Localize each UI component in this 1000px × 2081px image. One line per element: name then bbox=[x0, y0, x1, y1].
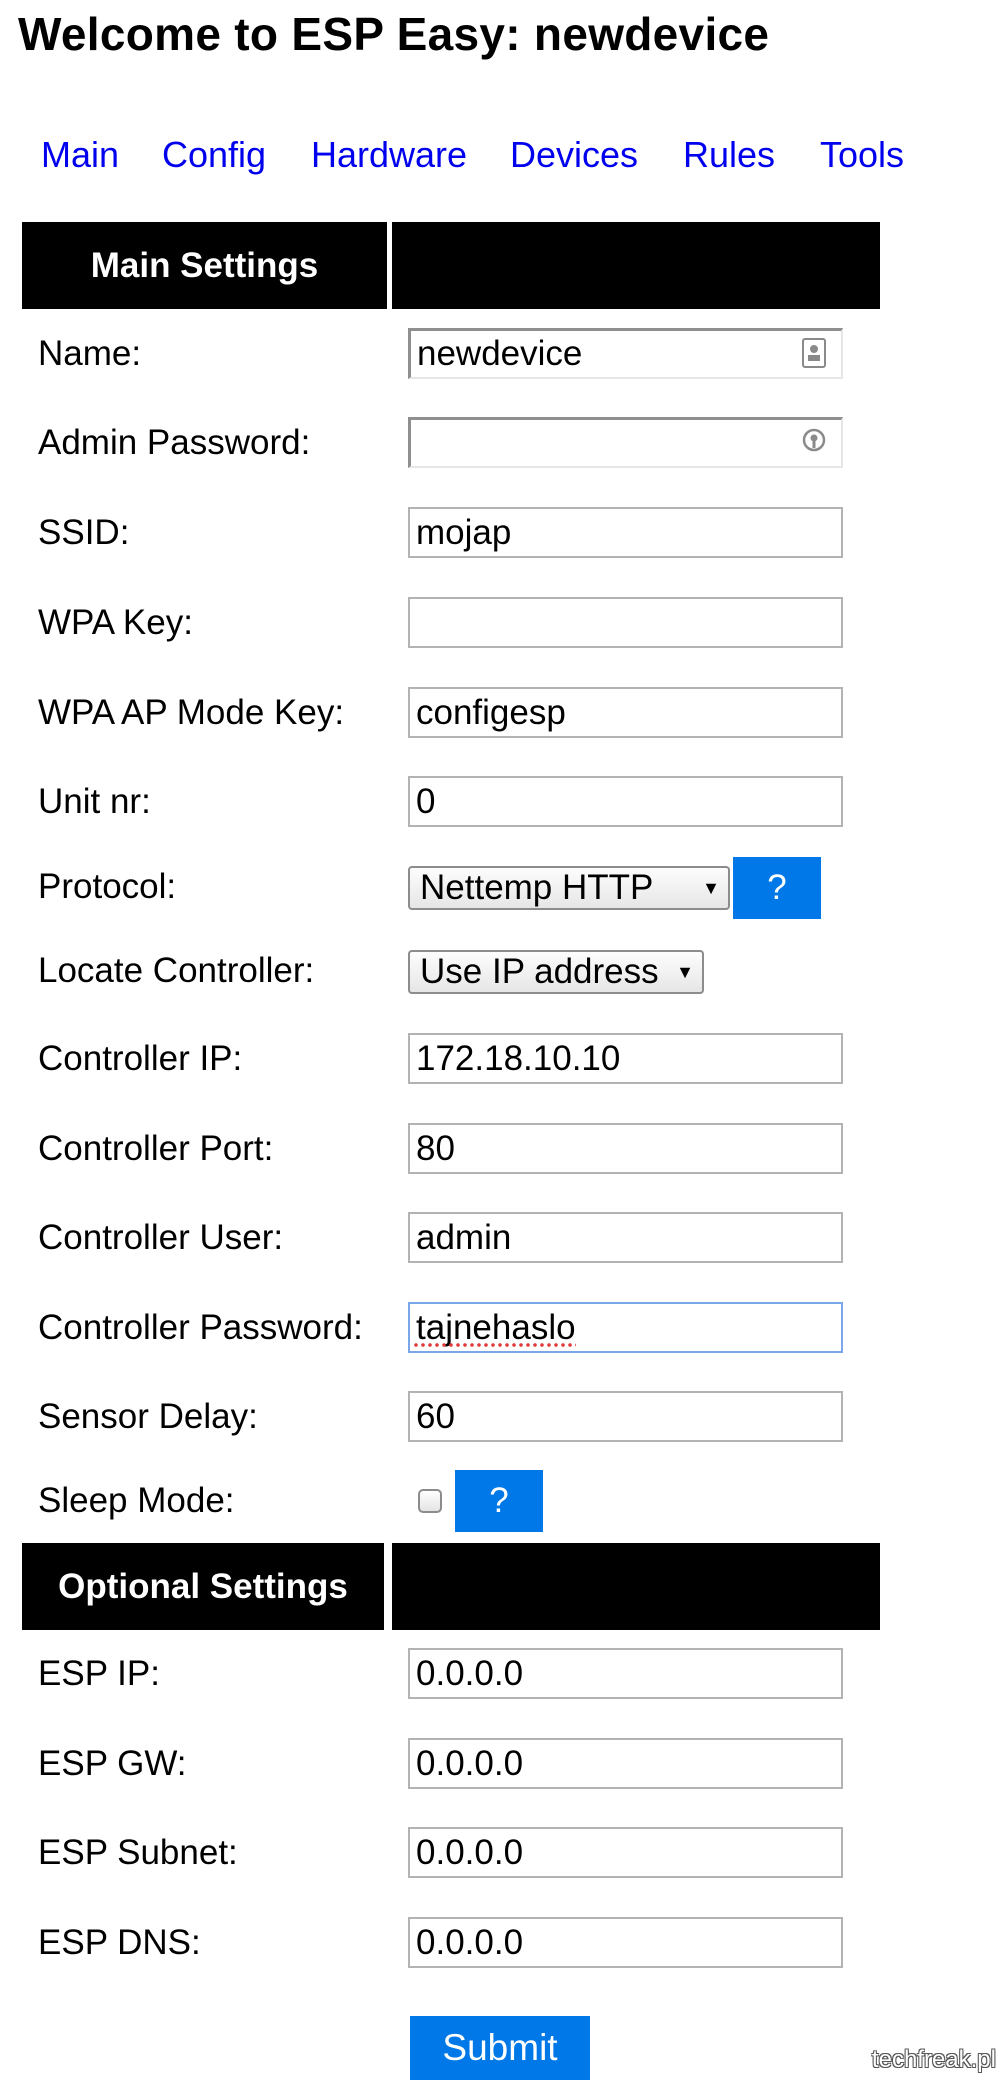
sleep-mode-label: Sleep Mode: bbox=[38, 1481, 235, 1520]
chevron-down-icon: ▼ bbox=[702, 878, 720, 898]
optional-settings-title: Optional Settings bbox=[22, 1543, 384, 1630]
controller-ip-label: Controller IP: bbox=[38, 1039, 243, 1078]
nav-link-config[interactable]: Config bbox=[162, 130, 266, 180]
watermark-text: techfreak.pl bbox=[871, 2046, 996, 2073]
contact-card-icon[interactable] bbox=[800, 336, 828, 370]
spellcheck-underline bbox=[413, 1342, 576, 1348]
sensor-delay-input[interactable] bbox=[408, 1391, 843, 1442]
wpa-ap-mode-key-input[interactable] bbox=[408, 687, 843, 738]
esp-ip-input[interactable] bbox=[408, 1648, 843, 1699]
page-title: Welcome to ESP Easy: newdevice bbox=[18, 8, 770, 60]
controller-user-label: Controller User: bbox=[38, 1218, 284, 1257]
admin-password-label: Admin Password: bbox=[38, 423, 311, 462]
admin-password-input[interactable] bbox=[408, 417, 843, 468]
password-key-icon[interactable] bbox=[800, 425, 828, 459]
nav-link-devices[interactable]: Devices bbox=[510, 130, 638, 180]
nav-link-main[interactable]: Main bbox=[41, 130, 119, 180]
wpa-key-label: WPA Key: bbox=[38, 603, 193, 642]
sleep-mode-help-button[interactable]: ? bbox=[455, 1470, 543, 1532]
protocol-select[interactable]: Nettemp HTTP ▼ bbox=[408, 866, 730, 910]
controller-user-input[interactable] bbox=[408, 1212, 843, 1263]
ssid-input[interactable] bbox=[408, 507, 843, 558]
esp-subnet-input[interactable] bbox=[408, 1827, 843, 1878]
wpa-key-input[interactable] bbox=[408, 597, 843, 648]
controller-port-label: Controller Port: bbox=[38, 1129, 274, 1168]
name-label: Name: bbox=[38, 334, 142, 373]
optional-settings-header-blank bbox=[392, 1543, 880, 1630]
ssid-label: SSID: bbox=[38, 513, 130, 552]
protocol-selected-value: Nettemp HTTP bbox=[420, 868, 654, 907]
name-input[interactable] bbox=[408, 328, 843, 379]
protocol-help-button[interactable]: ? bbox=[733, 857, 821, 919]
esp-dns-label: ESP DNS: bbox=[38, 1923, 201, 1962]
chevron-down-icon: ▼ bbox=[676, 962, 694, 982]
controller-ip-input[interactable] bbox=[408, 1033, 843, 1084]
nav-link-rules[interactable]: Rules bbox=[683, 130, 775, 180]
esp-easy-config-page: Welcome to ESP Easy: newdevice Main Conf… bbox=[0, 0, 1000, 2081]
esp-dns-input[interactable] bbox=[408, 1917, 843, 1968]
esp-gw-input[interactable] bbox=[408, 1738, 843, 1789]
controller-password-label: Controller Password: bbox=[38, 1308, 363, 1347]
esp-ip-label: ESP IP: bbox=[38, 1654, 160, 1693]
locate-controller-label: Locate Controller: bbox=[38, 951, 315, 990]
nav-link-tools[interactable]: Tools bbox=[820, 130, 904, 180]
locate-controller-select[interactable]: Use IP address ▼ bbox=[408, 950, 704, 994]
sleep-mode-checkbox[interactable] bbox=[418, 1489, 442, 1513]
sensor-delay-label: Sensor Delay: bbox=[38, 1397, 258, 1436]
esp-gw-label: ESP GW: bbox=[38, 1744, 187, 1783]
submit-button[interactable]: Submit bbox=[410, 2016, 590, 2080]
controller-port-input[interactable] bbox=[408, 1123, 843, 1174]
wpa-ap-mode-key-label: WPA AP Mode Key: bbox=[38, 693, 345, 732]
esp-subnet-label: ESP Subnet: bbox=[38, 1833, 238, 1872]
protocol-label: Protocol: bbox=[38, 867, 177, 906]
main-settings-title: Main Settings bbox=[22, 222, 387, 309]
main-settings-header-blank bbox=[392, 222, 880, 309]
unit-nr-label: Unit nr: bbox=[38, 782, 151, 821]
locate-controller-selected-value: Use IP address bbox=[420, 952, 659, 991]
unit-nr-input[interactable] bbox=[408, 776, 843, 827]
nav-link-hardware[interactable]: Hardware bbox=[311, 130, 467, 180]
